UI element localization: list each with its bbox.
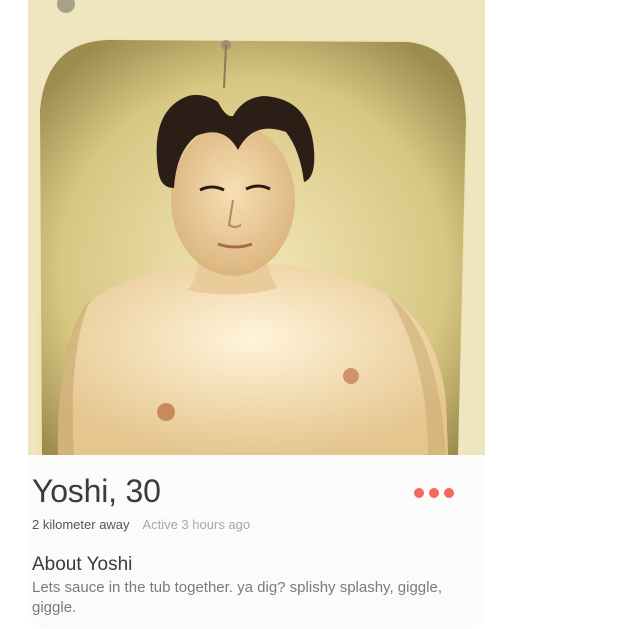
profile-meta: 2 kilometer away Active 3 hours ago <box>32 517 250 532</box>
name-age-separator: , <box>108 473 126 509</box>
about-text: Lets sauce in the tub together. ya dig? … <box>32 579 442 616</box>
about-heading: About Yoshi <box>32 554 133 575</box>
profile-age: 30 <box>125 473 161 509</box>
profile-info: Yoshi, 30 2 kilometer away Active 3 hour… <box>28 455 485 629</box>
dot-icon <box>444 488 454 498</box>
more-options-icon[interactable] <box>414 485 462 501</box>
dot-icon <box>429 488 439 498</box>
distance-text: 2 kilometer away <box>32 517 130 532</box>
profile-name-age: Yoshi, 30 <box>32 473 161 510</box>
profile-photo[interactable] <box>28 0 485 455</box>
profile-card[interactable]: Yoshi, 30 2 kilometer away Active 3 hour… <box>28 0 485 629</box>
active-status: Active 3 hours ago <box>142 517 251 532</box>
profile-name: Yoshi <box>32 473 109 509</box>
dot-icon <box>414 488 424 498</box>
bathtub-photo-illustration <box>28 0 485 455</box>
